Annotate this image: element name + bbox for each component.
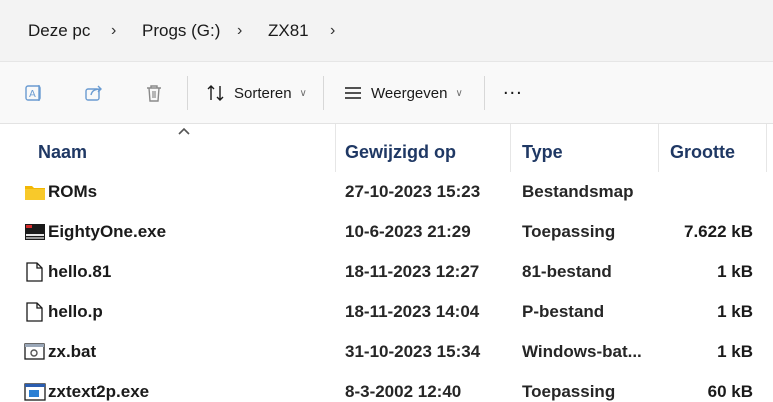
column-header-modified[interactable]: Gewijzigd op: [345, 140, 456, 164]
toolbar-divider: [187, 76, 188, 110]
table-row[interactable]: zx.bat 31-10-2023 15:34 Windows-bat... 1 kB: [0, 332, 773, 372]
file-size: [643, 180, 753, 204]
toolbar-divider: [484, 76, 485, 110]
column-divider[interactable]: [510, 124, 511, 172]
view-label: Weergeven: [371, 84, 448, 102]
file-name: zx.bat: [48, 342, 97, 361]
table-row[interactable]: EightyOne.exe 10-6-2023 21:29 Toepassing 7.…: [0, 212, 773, 252]
chevron-right-icon[interactable]: ›: [111, 19, 116, 43]
file-name: ROMs: [48, 182, 98, 201]
app-icon: [25, 224, 45, 240]
file-modified-date: 18-11-2023 14:04: [345, 302, 480, 321]
sort-ascending-icon: [178, 127, 190, 135]
file-type: Windows-bat...: [522, 342, 642, 361]
view-list-icon: [345, 87, 361, 99]
file-type: 81-bestand: [522, 262, 612, 281]
column-header-size[interactable]: Grootte: [670, 140, 735, 164]
file-modified-date: 31-10-2023 15:34: [345, 342, 481, 361]
file-type: Toepassing: [522, 222, 616, 241]
sort-button[interactable]: Sorteren ∨: [206, 81, 307, 105]
chevron-down-icon: ∨: [455, 87, 463, 99]
batch-icon: [24, 343, 45, 360]
breadcrumb: Deze pc › Progs (G:) › ZX81 ›: [0, 0, 773, 62]
file-name: hello.p: [48, 302, 103, 321]
file-size: 1 kB: [717, 302, 753, 321]
file-type: Toepassing: [522, 382, 616, 401]
table-row[interactable]: hello.81 18-11-2023 12:27 81-bestand 1 kB: [0, 252, 773, 292]
column-divider[interactable]: [766, 124, 767, 172]
file-modified-date: 8-3-2002 12:40: [345, 382, 462, 401]
share-icon[interactable]: [84, 83, 104, 103]
svg-text:A: A: [29, 89, 36, 100]
sort-icon: [207, 85, 224, 101]
file-name: hello.81: [48, 262, 112, 281]
breadcrumb-item-progs[interactable]: Progs (G:): [142, 19, 220, 43]
file-modified-date: 18-11-2023 12:27: [345, 262, 480, 281]
command-bar: A Sorteren ∨ Weergeven ∨: [0, 62, 773, 124]
toolbar-divider: [323, 76, 324, 110]
column-header-type[interactable]: Type: [522, 140, 563, 164]
view-button[interactable]: Weergeven ∨: [343, 81, 463, 105]
more-options-button[interactable]: ...: [503, 78, 523, 98]
column-header-name[interactable]: Naam: [38, 140, 87, 164]
file-icon: [26, 302, 43, 322]
folder-icon: [25, 186, 45, 200]
table-row[interactable]: hello.p 18-11-2023 14:04 P-bestand 1 kB: [0, 292, 773, 332]
file-modified-date: 10-6-2023 21:29: [345, 222, 471, 241]
chevron-right-icon[interactable]: ›: [237, 19, 242, 43]
delete-icon[interactable]: [144, 83, 164, 103]
column-divider[interactable]: [335, 124, 336, 172]
file-name: EightyOne.exe: [48, 222, 167, 241]
exe-icon: [24, 383, 46, 401]
breadcrumb-item-deze-pc[interactable]: Deze pc: [28, 19, 90, 43]
file-icon: [26, 262, 43, 282]
file-size: 1 kB: [717, 262, 753, 281]
file-type: Bestandsmap: [522, 182, 634, 201]
file-type: P-bestand: [522, 302, 605, 321]
file-size: 60 kB: [707, 382, 753, 401]
table-row[interactable]: ROMs 27-10-2023 15:23 Bestandsmap: [0, 172, 773, 212]
breadcrumb-item-zx81[interactable]: ZX81: [268, 19, 309, 43]
column-divider[interactable]: [658, 124, 659, 172]
file-size: 7.622 kB: [684, 222, 753, 241]
sort-label: Sorteren: [234, 84, 292, 102]
file-name: zxtext2p.exe: [48, 382, 150, 401]
file-modified-date: 27-10-2023 15:23: [345, 182, 481, 201]
file-size: 1 kB: [717, 342, 753, 361]
rename-icon[interactable]: A: [24, 83, 44, 103]
chevron-right-icon[interactable]: ›: [330, 19, 335, 43]
table-row[interactable]: zxtext2p.exe 8-3-2002 12:40 Toepassing 60 k…: [0, 372, 773, 402]
chevron-down-icon: ∨: [299, 87, 307, 99]
